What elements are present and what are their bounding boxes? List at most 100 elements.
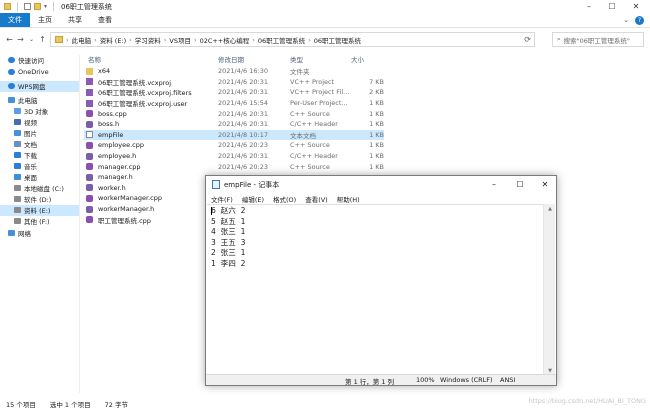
file-type: C++ Source bbox=[290, 109, 330, 118]
nav-item-label: 软件 (D:) bbox=[24, 196, 52, 205]
file-size: 1 KB bbox=[369, 130, 384, 139]
menu-help[interactable]: 帮助(H) bbox=[337, 194, 360, 204]
nav-item[interactable]: 软件 (D:) bbox=[0, 194, 79, 205]
vcxproj-icon bbox=[86, 99, 93, 107]
chevron-right-icon[interactable]: › bbox=[129, 36, 132, 44]
nav-item[interactable]: 快速访问 bbox=[0, 55, 79, 66]
cpp-file-icon bbox=[86, 216, 93, 224]
chevron-right-icon[interactable]: › bbox=[252, 36, 255, 44]
file-row[interactable]: 06职工管理系统.vcxproj.filters 2021/4/6 20:31 VC… bbox=[84, 87, 404, 98]
menu-format[interactable]: 格式(O) bbox=[273, 194, 296, 204]
nav-item[interactable]: 图片 bbox=[0, 128, 79, 139]
nav-item[interactable]: WPS网盘 bbox=[0, 81, 79, 92]
nav-item-label: 3D 对象 bbox=[24, 108, 49, 117]
scroll-up-icon[interactable]: ▲ bbox=[544, 204, 556, 214]
file-name: x64 bbox=[98, 67, 111, 76]
tab-share[interactable]: 共享 bbox=[60, 13, 90, 27]
tab-home[interactable]: 主页 bbox=[30, 13, 60, 27]
new-folder-icon[interactable] bbox=[34, 3, 41, 10]
nav-item[interactable]: 此电脑 bbox=[0, 95, 79, 106]
column-header-size[interactable]: 大小 bbox=[351, 54, 364, 64]
file-row[interactable]: 06职工管理系统.vcxproj.user 2021/4/6 15:54 Per-U… bbox=[84, 98, 404, 109]
zoom-level: 100% bbox=[416, 376, 435, 384]
column-header-date[interactable]: 修改日期 bbox=[218, 54, 244, 64]
tab-file[interactable]: 文件 bbox=[0, 13, 30, 27]
nav-item[interactable]: 本地磁盘 (C:) bbox=[0, 183, 79, 194]
file-name: boss.h bbox=[98, 120, 120, 129]
close-button[interactable]: ✕ bbox=[625, 0, 647, 13]
recent-locations-icon[interactable]: ⌄ bbox=[26, 32, 37, 46]
nav-item[interactable]: 网络 bbox=[0, 228, 79, 239]
forward-arrow-icon[interactable]: → bbox=[15, 32, 26, 46]
up-arrow-icon[interactable]: ↑ bbox=[37, 32, 48, 46]
back-arrow-icon[interactable]: ← bbox=[4, 32, 15, 46]
column-header-type[interactable]: 类型 bbox=[290, 54, 303, 64]
chevron-right-icon[interactable]: › bbox=[308, 36, 311, 44]
chevron-right-icon[interactable]: › bbox=[164, 36, 167, 44]
notepad-window[interactable]: empFile - 记事本 – ☐ ✕ 文件(F) 编辑(E) 格式(O) 查看… bbox=[205, 175, 557, 386]
explorer-title-bar: ▾ 06职工管理系统 – ☐ ✕ bbox=[0, 0, 650, 13]
nav-item[interactable]: 视频 bbox=[0, 117, 79, 128]
breadcrumb-item[interactable]: 06职工管理系统 bbox=[314, 35, 361, 45]
notepad-maximize-button[interactable]: ☐ bbox=[508, 176, 532, 193]
search-box[interactable]: ⌕ 搜索"06职工管理系统" bbox=[552, 32, 644, 47]
quick-access-toolbar: ▾ bbox=[4, 2, 57, 11]
column-header-name[interactable]: 名称 bbox=[88, 54, 101, 64]
file-row[interactable]: x64 2021/4/6 16:30 文件夹 bbox=[84, 66, 404, 77]
notepad-title-bar[interactable]: empFile - 记事本 – ☐ ✕ bbox=[206, 176, 556, 193]
divider bbox=[53, 2, 55, 11]
file-row[interactable]: empFile 2021/4/8 10:17 文本文档 1 KB bbox=[84, 129, 384, 141]
chevron-right-icon[interactable]: › bbox=[66, 36, 69, 44]
nav-item[interactable]: 文档 bbox=[0, 139, 79, 150]
cpp-file-icon bbox=[86, 110, 93, 118]
cloud-icon bbox=[8, 83, 15, 90]
folder-icon bbox=[86, 67, 93, 75]
customize-toolbar-icon[interactable]: ▾ bbox=[44, 3, 47, 10]
file-row[interactable]: boss.cpp 2021/4/6 20:31 C++ Source 1 KB bbox=[84, 108, 404, 119]
file-size: 1 KB bbox=[369, 162, 384, 171]
breadcrumb-item[interactable]: 06职工管理系统 bbox=[258, 35, 305, 45]
breadcrumb-item[interactable]: 02C++核心编程 bbox=[200, 35, 250, 45]
notepad-vertical-scrollbar[interactable]: ▲ ▼ bbox=[543, 204, 555, 376]
menu-file[interactable]: 文件(F) bbox=[211, 194, 233, 204]
notepad-text-area[interactable]: 6 赵六 25 赵五 14 张三 13 王五 32 张三 11 李四 2 bbox=[207, 204, 543, 376]
menu-view[interactable]: 查看(V) bbox=[305, 194, 328, 204]
file-size: 2 KB bbox=[369, 88, 384, 97]
notepad-close-button[interactable]: ✕ bbox=[533, 176, 557, 193]
nav-item[interactable]: 桌面 bbox=[0, 172, 79, 183]
window-title: 06职工管理系统 bbox=[61, 2, 112, 11]
help-icon[interactable]: ? bbox=[635, 15, 644, 25]
file-row[interactable]: employee.cpp 2021/4/6 20:23 C++ Source 1 KB bbox=[84, 140, 404, 151]
breadcrumb-item[interactable]: VS项目 bbox=[169, 35, 191, 45]
folder-icon bbox=[55, 36, 63, 43]
expand-ribbon-icon[interactable]: ⌄ bbox=[623, 16, 629, 24]
text-line: 4 张三 1 bbox=[211, 227, 246, 236]
maximize-button[interactable]: ☐ bbox=[601, 0, 623, 13]
file-row[interactable]: manager.cpp 2021/4/6 20:23 C++ Source 1 KB bbox=[84, 161, 404, 172]
properties-icon[interactable] bbox=[24, 3, 31, 10]
refresh-icon[interactable]: ⟳ bbox=[524, 35, 531, 44]
menu-edit[interactable]: 编辑(E) bbox=[242, 194, 264, 204]
nav-item[interactable]: 音乐 bbox=[0, 161, 79, 172]
nav-item[interactable]: OneDrive bbox=[0, 67, 79, 78]
breadcrumb-item[interactable]: 学习资料 bbox=[135, 35, 161, 45]
nav-item[interactable]: 3D 对象 bbox=[0, 106, 79, 117]
nav-item[interactable]: 资料 (E:) bbox=[0, 205, 79, 216]
nav-item[interactable]: 其他 (F:) bbox=[0, 216, 79, 227]
breadcrumb-item[interactable]: 资料 (E:) bbox=[100, 35, 126, 45]
nav-item-label: 文档 bbox=[24, 141, 37, 150]
chevron-right-icon[interactable]: › bbox=[94, 36, 97, 44]
file-row[interactable]: boss.h 2021/4/6 20:31 C/C++ Header 1 KB bbox=[84, 119, 404, 130]
file-row[interactable]: 06职工管理系统.vcxproj 2021/4/6 20:31 VC++ Proje… bbox=[84, 77, 404, 88]
notepad-icon bbox=[212, 180, 220, 189]
chevron-right-icon[interactable]: › bbox=[194, 36, 197, 44]
nav-item-label: 桌面 bbox=[24, 174, 37, 183]
nav-item[interactable]: 下载 bbox=[0, 150, 79, 161]
notepad-minimize-button[interactable]: – bbox=[482, 176, 506, 193]
cpp-file-icon bbox=[86, 194, 93, 202]
address-bar[interactable]: › 此电脑 › 资料 (E:) › 学习资料 › VS项目 › 02C++核心编… bbox=[50, 32, 535, 47]
file-row[interactable]: employee.h 2021/4/6 20:31 C/C++ Header 1 KB bbox=[84, 151, 404, 162]
tab-view[interactable]: 查看 bbox=[90, 13, 120, 27]
minimize-button[interactable]: – bbox=[578, 0, 600, 13]
breadcrumb-item[interactable]: 此电脑 bbox=[72, 35, 92, 45]
